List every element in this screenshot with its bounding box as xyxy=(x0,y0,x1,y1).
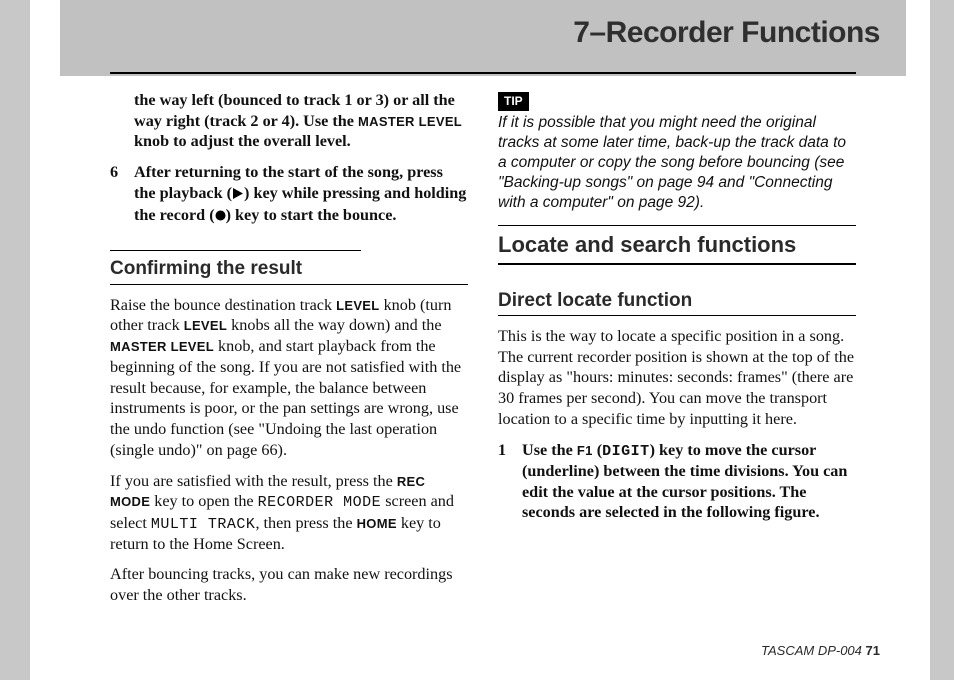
header-rule xyxy=(110,72,856,74)
text: knobs all the way down) and the xyxy=(227,316,441,334)
record-icon xyxy=(215,206,226,227)
footer-brand: TASCAM DP-004 xyxy=(761,643,862,658)
master-level-label: MASTER LEVEL xyxy=(358,114,462,129)
locate-search-heading: Locate and search functions xyxy=(498,225,856,265)
level-label: LEVEL xyxy=(336,298,379,313)
step-number: 6 xyxy=(110,162,124,226)
page-footer: TASCAM DP-004 71 xyxy=(761,643,880,658)
text: If you are satisfied with the result, pr… xyxy=(110,472,397,490)
play-icon xyxy=(232,184,244,205)
text: knob, and start playback from the beginn… xyxy=(110,337,461,459)
step-1-body: Use the F1 (DIGIT) key to move the curso… xyxy=(522,440,856,523)
confirming-result-heading: Confirming the result xyxy=(110,250,468,284)
step-5-cont-body: the way left (bounced to track 1 or 3) o… xyxy=(134,90,468,152)
text: , then press the xyxy=(255,514,356,532)
text: Raise the bounce destination track xyxy=(110,296,336,314)
tip-text: If it is possible that you might need th… xyxy=(498,113,856,212)
step-6-body: After returning to the start of the song… xyxy=(134,162,468,226)
multi-track-option: MULTI TRACK xyxy=(151,516,256,533)
direct-locate-heading: Direct locate function xyxy=(498,289,856,316)
text: ( xyxy=(593,441,602,459)
text: ) key to start the bounce. xyxy=(226,206,397,224)
step-spacer xyxy=(110,90,124,152)
left-column: the way left (bounced to track 1 or 3) o… xyxy=(110,90,468,640)
home-key-label: HOME xyxy=(357,516,397,531)
tip-badge: TIP xyxy=(498,92,529,111)
step-1: 1 Use the F1 (DIGIT) key to move the cur… xyxy=(498,440,856,523)
tip-block: TIP If it is possible that you might nee… xyxy=(498,90,856,213)
text: knob to adjust the overall level. xyxy=(134,132,351,150)
confirm-para-2: If you are satisfied with the result, pr… xyxy=(110,471,468,555)
recorder-mode-screen: RECORDER MODE xyxy=(258,494,382,511)
f1-key-label: F1 xyxy=(577,443,593,458)
step-number: 1 xyxy=(498,440,512,523)
chapter-title: 7–Recorder Functions xyxy=(573,16,880,50)
direct-locate-para: This is the way to locate a specific pos… xyxy=(498,326,856,430)
level-label: LEVEL xyxy=(184,318,227,333)
step-6: 6 After returning to the start of the so… xyxy=(110,162,468,226)
text: key to open the xyxy=(150,492,257,510)
right-column: TIP If it is possible that you might nee… xyxy=(498,90,856,640)
manual-page: 7–Recorder Functions the way left (bounc… xyxy=(30,0,930,680)
page-number: 71 xyxy=(866,643,880,658)
confirm-para-1: Raise the bounce destination track LEVEL… xyxy=(110,295,468,461)
text: Use the xyxy=(522,441,577,459)
master-level-label: MASTER LEVEL xyxy=(110,339,214,354)
digit-label: DIGIT xyxy=(602,443,650,460)
confirm-para-3: After bouncing tracks, you can make new … xyxy=(110,564,468,605)
step-5-continuation: the way left (bounced to track 1 or 3) o… xyxy=(110,90,468,152)
content-columns: the way left (bounced to track 1 or 3) o… xyxy=(110,90,856,640)
